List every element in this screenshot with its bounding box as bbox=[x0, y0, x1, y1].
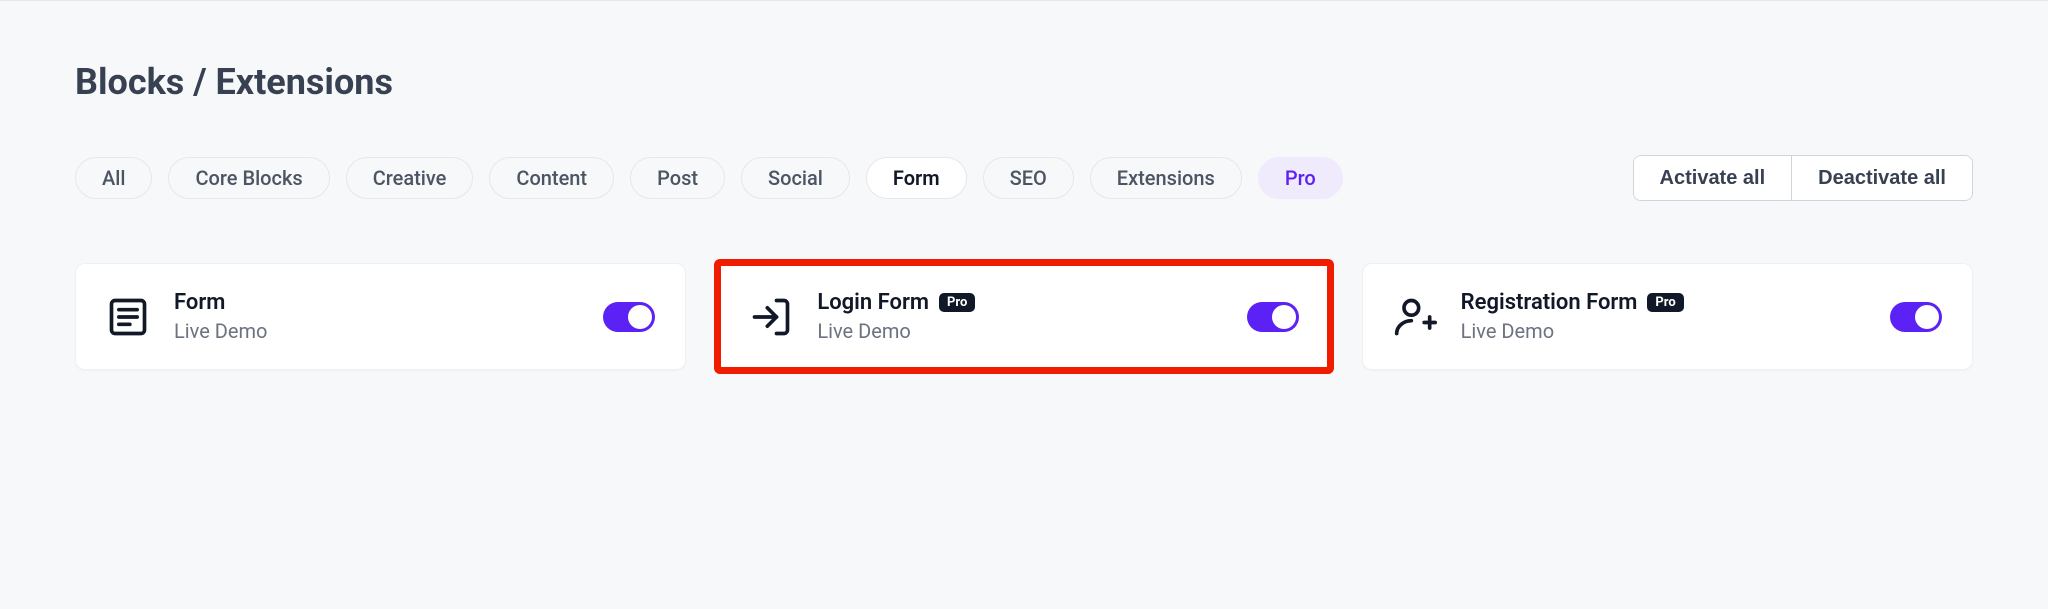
form-icon bbox=[106, 295, 150, 339]
toggle-form[interactable] bbox=[603, 302, 655, 332]
toggle-login-form[interactable] bbox=[1247, 302, 1299, 332]
filter-seo[interactable]: SEO bbox=[983, 157, 1074, 199]
card-login-form: Login Form Pro Live Demo bbox=[718, 263, 1329, 370]
card-form: Form Live Demo bbox=[75, 263, 686, 370]
card-title: Form bbox=[174, 290, 225, 315]
filter-core-blocks[interactable]: Core Blocks bbox=[168, 157, 329, 199]
deactivate-all-button[interactable]: Deactivate all bbox=[1791, 156, 1972, 200]
filter-form[interactable]: Form bbox=[866, 157, 967, 199]
activate-all-button[interactable]: Activate all bbox=[1634, 156, 1792, 200]
live-demo-link[interactable]: Live Demo bbox=[817, 319, 1222, 343]
toggle-registration-form[interactable] bbox=[1890, 302, 1942, 332]
live-demo-link[interactable]: Live Demo bbox=[174, 319, 579, 343]
user-plus-icon bbox=[1393, 295, 1437, 339]
card-title-row: Registration Form Pro bbox=[1461, 290, 1866, 315]
card-registration-form: Registration Form Pro Live Demo bbox=[1362, 263, 1973, 370]
filter-list: All Core Blocks Creative Content Post So… bbox=[75, 157, 1343, 199]
toolbar: All Core Blocks Creative Content Post So… bbox=[75, 155, 1973, 201]
card-title-row: Login Form Pro bbox=[817, 290, 1222, 315]
pro-badge: Pro bbox=[939, 293, 975, 312]
filter-content[interactable]: Content bbox=[489, 157, 614, 199]
pro-badge: Pro bbox=[1647, 293, 1683, 312]
live-demo-link[interactable]: Live Demo bbox=[1461, 319, 1866, 343]
page-title: Blocks / Extensions bbox=[75, 61, 1973, 103]
filter-extensions[interactable]: Extensions bbox=[1090, 157, 1242, 199]
card-title: Registration Form bbox=[1461, 290, 1638, 315]
filter-post[interactable]: Post bbox=[630, 157, 725, 199]
card-body: Form Live Demo bbox=[174, 290, 579, 343]
login-icon bbox=[749, 295, 793, 339]
card-title-row: Form bbox=[174, 290, 579, 315]
toggle-knob bbox=[1272, 305, 1296, 329]
filter-social[interactable]: Social bbox=[741, 157, 850, 199]
filter-all[interactable]: All bbox=[75, 157, 152, 199]
card-body: Registration Form Pro Live Demo bbox=[1461, 290, 1866, 343]
page-container: Blocks / Extensions All Core Blocks Crea… bbox=[0, 1, 2048, 370]
toggle-knob bbox=[1915, 305, 1939, 329]
cards-row: Form Live Demo Login Form Pro bbox=[75, 263, 1973, 370]
card-title: Login Form bbox=[817, 290, 929, 315]
bulk-actions: Activate all Deactivate all bbox=[1633, 155, 1973, 201]
toggle-knob bbox=[628, 305, 652, 329]
card-body: Login Form Pro Live Demo bbox=[817, 290, 1222, 343]
filter-creative[interactable]: Creative bbox=[346, 157, 474, 199]
filter-pro[interactable]: Pro bbox=[1258, 157, 1343, 199]
